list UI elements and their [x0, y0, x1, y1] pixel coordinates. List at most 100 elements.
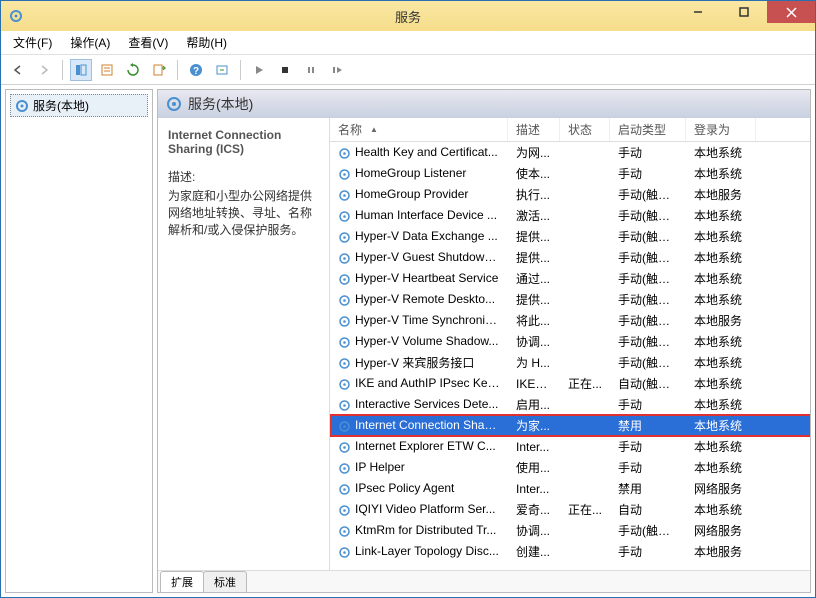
- forward-button[interactable]: [33, 59, 55, 81]
- cell-name: IQIYI Video Platform Ser...: [330, 502, 508, 516]
- column-header-desc[interactable]: 描述: [508, 118, 560, 141]
- gear-icon: [338, 357, 351, 370]
- gear-icon: [338, 525, 351, 538]
- column-header-logon[interactable]: 登录为: [686, 118, 756, 141]
- cell-desc: 为家...: [508, 417, 560, 434]
- cell-logon: 本地系统: [686, 354, 756, 371]
- service-row[interactable]: Internet Connection Shari...为家...禁用本地系统: [330, 415, 810, 436]
- column-header-status[interactable]: 状态: [560, 118, 610, 141]
- service-row[interactable]: Hyper-V Time Synchroniz...将此...手动(触发...本…: [330, 310, 810, 331]
- show-hide-tree-button[interactable]: [70, 59, 92, 81]
- service-row[interactable]: IKE and AuthIP IPsec Key...IKEE...正在...自…: [330, 373, 810, 394]
- cell-logon: 本地系统: [686, 270, 756, 287]
- service-row[interactable]: HomeGroup Listener使本...手动本地系统: [330, 163, 810, 184]
- cell-desc: 激活...: [508, 207, 560, 224]
- cell-name: Internet Explorer ETW C...: [330, 439, 508, 453]
- restart-service-button[interactable]: [326, 59, 348, 81]
- cell-status: 正在...: [560, 501, 610, 518]
- service-row[interactable]: Hyper-V Data Exchange ...提供...手动(触发...本地…: [330, 226, 810, 247]
- service-row[interactable]: KtmRm for Distributed Tr...协调...手动(触发...…: [330, 520, 810, 541]
- minimize-button[interactable]: [675, 1, 721, 23]
- help-button[interactable]: ?: [185, 59, 207, 81]
- svg-text:?: ?: [193, 66, 199, 77]
- menubar: 文件(F) 操作(A) 查看(V) 帮助(H): [1, 31, 815, 55]
- cell-desc: 执行...: [508, 186, 560, 203]
- service-row[interactable]: Hyper-V 来宾服务接口为 H...手动(触发...本地系统: [330, 352, 810, 373]
- tab-standard[interactable]: 标准: [203, 571, 247, 592]
- cell-startup: 手动(触发...: [610, 291, 686, 308]
- cell-startup: 手动(触发...: [610, 207, 686, 224]
- cell-desc: Inter...: [508, 482, 560, 496]
- service-row[interactable]: Internet Explorer ETW C...Inter...手动本地系统: [330, 436, 810, 457]
- window-title: 服务: [395, 7, 421, 26]
- gear-icon: [338, 189, 351, 202]
- cell-logon: 本地服务: [686, 543, 756, 560]
- column-header-startup[interactable]: 启动类型: [610, 118, 686, 141]
- body-area: 服务(本地) 服务(本地) Internet Connection Sharin…: [1, 85, 815, 597]
- list-header: 名称▲ 描述 状态 启动类型 登录为: [330, 118, 810, 142]
- menu-help[interactable]: 帮助(H): [178, 32, 235, 53]
- cell-name: Hyper-V 来宾服务接口: [330, 354, 508, 371]
- titlebar[interactable]: 服务: [1, 1, 815, 31]
- cell-startup: 自动: [610, 501, 686, 518]
- properties-button[interactable]: [96, 59, 118, 81]
- service-row[interactable]: Hyper-V Remote Deskto...提供...手动(触发...本地系…: [330, 289, 810, 310]
- left-pane: 服务(本地): [5, 89, 153, 593]
- cell-desc: 将此...: [508, 312, 560, 329]
- service-row[interactable]: IPsec Policy AgentInter...禁用网络服务: [330, 478, 810, 499]
- cell-name: Hyper-V Data Exchange ...: [330, 229, 508, 243]
- cell-desc: 为网...: [508, 144, 560, 161]
- detail-service-name: Internet Connection Sharing (ICS): [168, 128, 319, 156]
- cell-name: Hyper-V Time Synchroniz...: [330, 313, 508, 327]
- menu-view[interactable]: 查看(V): [120, 32, 176, 53]
- cell-name: HomeGroup Listener: [330, 166, 508, 180]
- cell-desc: IKEE...: [508, 377, 560, 391]
- service-row[interactable]: Hyper-V Heartbeat Service通过...手动(触发...本地…: [330, 268, 810, 289]
- cell-name: KtmRm for Distributed Tr...: [330, 523, 508, 537]
- gear-icon: [338, 399, 351, 412]
- service-row[interactable]: HomeGroup Provider执行...手动(触发...本地服务: [330, 184, 810, 205]
- column-header-name[interactable]: 名称▲: [330, 118, 508, 141]
- menu-action[interactable]: 操作(A): [62, 32, 118, 53]
- app-icon: [9, 9, 23, 23]
- tree-item-services-local[interactable]: 服务(本地): [10, 94, 148, 117]
- refresh-button[interactable]: [122, 59, 144, 81]
- cell-desc: 启用...: [508, 396, 560, 413]
- gear-icon: [338, 504, 351, 517]
- tab-extended[interactable]: 扩展: [160, 571, 204, 592]
- close-button[interactable]: [767, 1, 815, 23]
- service-row[interactable]: Hyper-V Volume Shadow...协调...手动(触发...本地系…: [330, 331, 810, 352]
- gear-icon: [338, 231, 351, 244]
- toolbar-button[interactable]: [211, 59, 233, 81]
- gear-icon: [15, 99, 29, 113]
- service-row[interactable]: Link-Layer Topology Disc...创建...手动本地服务: [330, 541, 810, 562]
- gear-icon: [338, 378, 351, 391]
- service-row[interactable]: Hyper-V Guest Shutdown...提供...手动(触发...本地…: [330, 247, 810, 268]
- cell-desc: 爱奇...: [508, 501, 560, 518]
- window-controls: [675, 1, 815, 23]
- cell-logon: 网络服务: [686, 480, 756, 497]
- service-row[interactable]: Human Interface Device ...激活...手动(触发...本…: [330, 205, 810, 226]
- cell-logon: 本地系统: [686, 417, 756, 434]
- pause-service-button[interactable]: [300, 59, 322, 81]
- service-row[interactable]: IP Helper使用...手动本地系统: [330, 457, 810, 478]
- service-row[interactable]: Health Key and Certificat...为网...手动本地系统: [330, 142, 810, 163]
- cell-name: Internet Connection Shari...: [330, 418, 508, 432]
- start-service-button[interactable]: [248, 59, 270, 81]
- cell-logon: 本地系统: [686, 144, 756, 161]
- cell-name: IPsec Policy Agent: [330, 481, 508, 495]
- cell-status: 正在...: [560, 375, 610, 392]
- cell-logon: 本地服务: [686, 186, 756, 203]
- toolbar-separator: [177, 60, 178, 80]
- service-row[interactable]: IQIYI Video Platform Ser...爱奇...正在...自动本…: [330, 499, 810, 520]
- cell-desc: Inter...: [508, 440, 560, 454]
- cell-desc: 协调...: [508, 333, 560, 350]
- cell-startup: 自动(触发...: [610, 375, 686, 392]
- list-rows[interactable]: Health Key and Certificat...为网...手动本地系统H…: [330, 142, 810, 570]
- menu-file[interactable]: 文件(F): [5, 32, 60, 53]
- back-button[interactable]: [7, 59, 29, 81]
- stop-service-button[interactable]: [274, 59, 296, 81]
- export-button[interactable]: [148, 59, 170, 81]
- service-row[interactable]: Interactive Services Dete...启用...手动本地系统: [330, 394, 810, 415]
- maximize-button[interactable]: [721, 1, 767, 23]
